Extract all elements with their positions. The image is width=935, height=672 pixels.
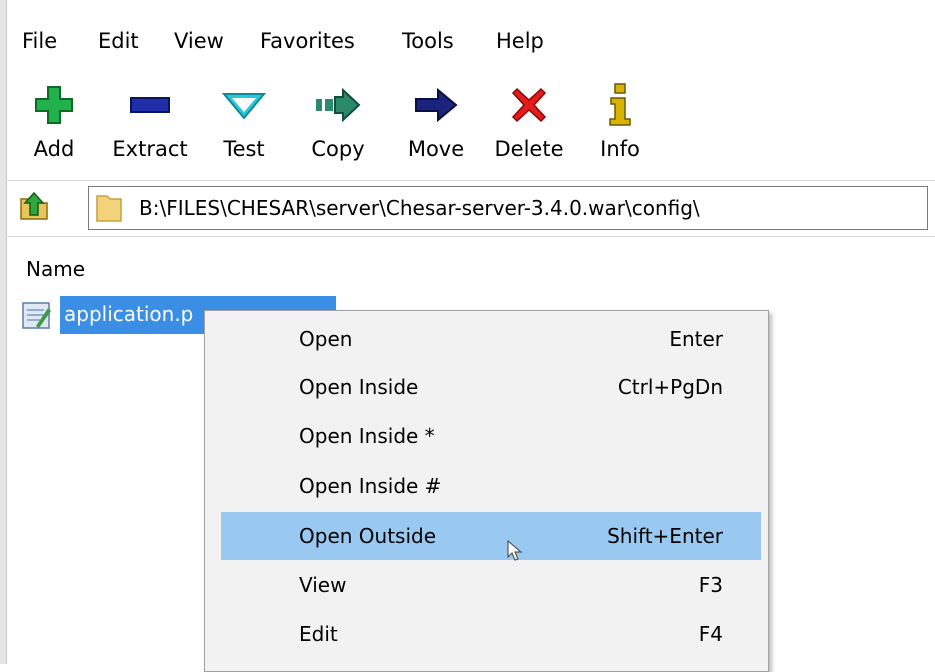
menu-item-label: Open Inside (299, 375, 419, 399)
menu-item-open[interactable]: Open Enter (221, 315, 761, 363)
menu-item-open-inside[interactable]: Open Inside Ctrl+PgDn (221, 363, 761, 411)
menu-item-label: Open Inside * (299, 424, 435, 448)
menu-bar: File Edit View Favorites Tools Help (6, 0, 935, 80)
addressbar-divider (6, 236, 935, 237)
menu-help[interactable]: Help (492, 26, 548, 56)
app-window: File Edit View Favorites Tools Help Add … (0, 0, 935, 672)
column-header-name[interactable]: Name (26, 254, 85, 284)
info-icon (592, 80, 648, 130)
plus-icon (22, 80, 86, 130)
up-arrow-icon (17, 189, 51, 227)
move-button[interactable]: Move (394, 80, 478, 176)
test-label: Test (223, 137, 265, 161)
copy-arrow-icon (300, 80, 376, 130)
address-bar: B:\FILES\CHESAR\server\Chesar-server-3.4… (6, 182, 935, 234)
info-button[interactable]: Info (592, 80, 648, 176)
check-icon (212, 80, 276, 130)
add-button[interactable]: Add (22, 80, 86, 176)
menu-edit[interactable]: Edit (94, 26, 143, 56)
menu-item-label: Open Outside (299, 524, 437, 548)
menu-favorites[interactable]: Favorites (256, 26, 359, 56)
copy-button[interactable]: Copy (300, 80, 376, 176)
menu-item-shortcut: Ctrl+PgDn (617, 375, 723, 399)
test-button[interactable]: Test (212, 80, 276, 176)
menu-item-label: Open Inside # (299, 474, 442, 498)
extract-button[interactable]: Extract (102, 80, 198, 176)
menu-item-shortcut: Shift+Enter (607, 524, 723, 548)
delete-label: Delete (494, 137, 564, 161)
menu-item-open-outside[interactable]: Open Outside Shift+Enter (221, 512, 761, 560)
x-icon (486, 80, 572, 130)
extract-label: Extract (112, 137, 188, 161)
move-label: Move (407, 137, 465, 161)
toolbar: Add Extract Test Copy Move Delete Info (6, 80, 935, 180)
add-label: Add (33, 137, 75, 161)
up-folder-button[interactable] (14, 188, 54, 228)
info-label: Info (600, 137, 640, 161)
delete-button[interactable]: Delete (486, 80, 572, 176)
folder-icon (95, 193, 123, 227)
move-arrow-icon (394, 80, 478, 130)
menu-item-open-inside-star[interactable]: Open Inside * (221, 412, 761, 460)
path-input[interactable]: B:\FILES\CHESAR\server\Chesar-server-3.4… (88, 186, 928, 230)
menu-item-label: Edit (299, 622, 338, 646)
copy-label: Copy (311, 137, 365, 161)
minus-icon (102, 80, 198, 130)
mouse-cursor-icon (507, 539, 523, 566)
menu-tools[interactable]: Tools (398, 26, 458, 56)
path-text: B:\FILES\CHESAR\server\Chesar-server-3.4… (139, 196, 700, 220)
menu-item-edit[interactable]: Edit F4 (221, 610, 761, 658)
menu-view[interactable]: View (170, 26, 228, 56)
context-menu: Open Enter Open Inside Ctrl+PgDn Open In… (204, 310, 769, 672)
menu-item-view[interactable]: View F3 (221, 561, 761, 609)
menu-item-label: Open (299, 327, 353, 351)
menu-item-shortcut: Enter (669, 327, 723, 351)
menu-file[interactable]: File (18, 26, 61, 56)
menu-item-shortcut: F3 (698, 573, 723, 597)
toolbar-divider (6, 180, 935, 181)
menu-item-open-inside-hash[interactable]: Open Inside # (221, 462, 761, 510)
text-file-icon (22, 302, 52, 334)
menu-item-label: View (299, 573, 347, 597)
menu-item-shortcut: F4 (698, 622, 723, 646)
